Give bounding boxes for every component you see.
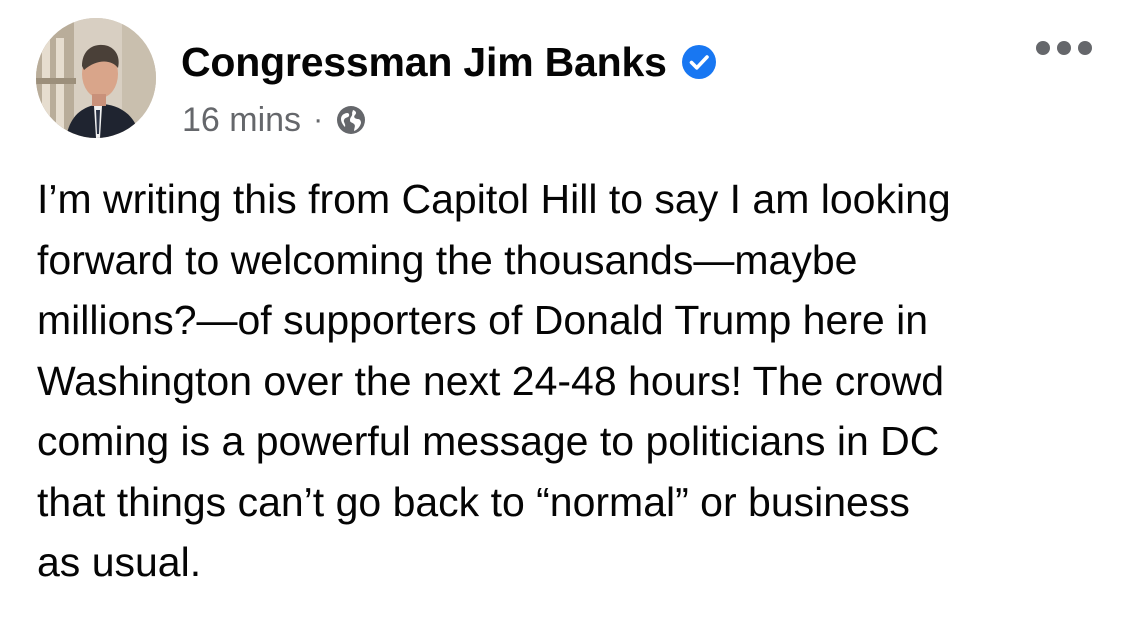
more-dot	[1057, 41, 1071, 55]
more-options-button[interactable]	[1036, 36, 1092, 60]
post-text-line: as usual.	[37, 539, 202, 585]
author-name[interactable]: Congressman Jim Banks	[181, 39, 667, 86]
post-text-line: coming is a powerful message to politici…	[37, 418, 940, 464]
globe-icon[interactable]	[335, 104, 367, 136]
facebook-post: Congressman Jim Banks 16 mins · I’m writ…	[0, 0, 1125, 633]
profile-photo-icon	[36, 18, 156, 138]
verified-badge-icon	[681, 44, 717, 80]
post-text-line: forward to welcoming the thousands—maybe	[37, 236, 858, 283]
timestamp[interactable]: 16 mins	[182, 101, 301, 140]
more-dot	[1078, 41, 1092, 55]
post-text-line: that things can’t go back to “normal” or…	[37, 478, 910, 525]
author-row: Congressman Jim Banks	[181, 38, 717, 86]
post-text-line: I’m writing this from Capitol Hill to sa…	[37, 176, 951, 222]
post-text-line: millions?—of supporters of Donald Trump …	[37, 297, 929, 343]
more-dot	[1036, 41, 1050, 55]
meta-separator: ·	[313, 103, 324, 136]
post-text-line: Washington over the next 24-48 hours! Th…	[37, 357, 945, 404]
post-body: I’m writing this from Capitol Hill to sa…	[37, 169, 1107, 593]
post-meta: 16 mins ·	[182, 98, 367, 142]
avatar[interactable]	[36, 18, 156, 138]
